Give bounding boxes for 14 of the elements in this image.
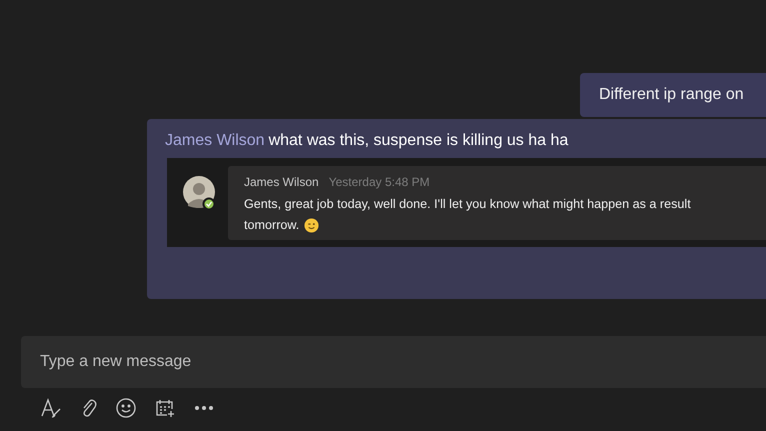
message-input[interactable]: Type a new message [21, 336, 766, 388]
mention-link[interactable]: James Wilson [165, 132, 265, 149]
paperclip-icon[interactable] [81, 398, 97, 418]
sent-message-bubble: Different ip range on [580, 73, 766, 117]
message-text: what was this, suspense is killing us ha ha [268, 132, 568, 149]
more-icon[interactable] [194, 405, 214, 411]
format-icon[interactable] [40, 398, 62, 418]
timestamp: Yesterday 5:48 PM [328, 175, 430, 189]
author-name: James Wilson [244, 175, 319, 189]
quoted-text: tomorrow. [244, 217, 300, 234]
calendar-icon[interactable] [155, 398, 175, 418]
quoted-text: Gents, great job today, well done. I'll let you know what might happen as a result [244, 196, 692, 213]
emoji-icon[interactable] [116, 398, 136, 418]
winking-emoji-icon [304, 218, 320, 233]
